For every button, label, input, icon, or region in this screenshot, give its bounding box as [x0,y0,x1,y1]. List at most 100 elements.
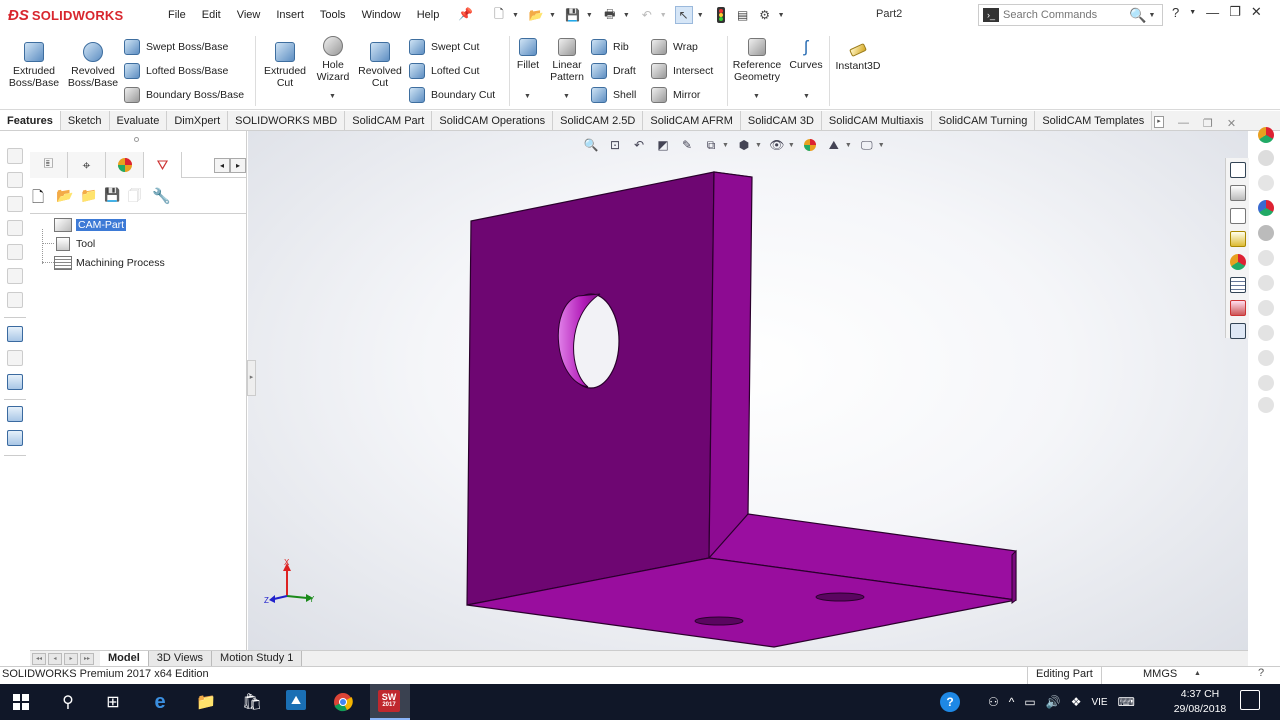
taskbar-clock[interactable]: 4:37 CH 29/08/2018 [1168,687,1232,717]
tree-node-tool[interactable]: Tool [54,236,95,252]
display-style-dropdown-icon[interactable]: ▼ [755,142,762,149]
save-icon[interactable]: 💾 [564,6,582,24]
hole-wizard-dropdown-icon[interactable]: ▼ [329,93,336,100]
windows-start-icon[interactable] [9,690,33,714]
appearance-strip-icon[interactable] [1258,397,1274,413]
panel-grip-icon[interactable] [134,137,139,142]
reference-geometry-dropdown-icon[interactable]: ▼ [753,93,760,100]
extruded-boss-button[interactable]: Extruded Boss/Base [8,42,60,89]
zoom-to-fit-icon[interactable]: 🔍 [582,137,600,153]
tab-solidcam-turning[interactable]: SolidCAM Turning [932,111,1036,130]
new-dropdown-icon[interactable]: ▼ [512,12,519,19]
save-part-icon[interactable]: 💾 [104,187,122,205]
solidcam-strip-icon[interactable] [7,374,23,390]
save-dropdown-icon[interactable]: ▼ [586,12,593,19]
ime-icon[interactable]: ⌨ [1118,695,1135,709]
tree-node-cam-part[interactable]: CAM-Part [54,217,128,233]
hide-show-dropdown-icon[interactable]: ▼ [788,142,795,149]
status-help-icon[interactable]: ? [1258,667,1264,679]
lofted-boss-button[interactable]: Lofted Boss/Base [124,62,228,80]
dynamic-annotation-icon[interactable]: ✎ [678,137,696,153]
tools-wrench-icon[interactable]: 🔧 [152,187,171,205]
menu-view[interactable]: View [229,9,269,21]
minimize-icon[interactable]: — [1206,5,1219,20]
scroll-right-icon[interactable]: ▸ [230,158,246,173]
display-manager-tab-icon[interactable] [106,152,144,178]
appearance-strip-icon[interactable] [1258,300,1274,316]
curves-dropdown-icon[interactable]: ▼ [803,93,810,100]
tab-evaluate[interactable]: Evaluate [110,111,168,130]
solidcam-task-icon[interactable] [1230,300,1246,316]
intersect-button[interactable]: Intersect [651,62,713,80]
open-folder-icon[interactable]: 📁 [80,187,98,205]
input-language[interactable]: VIE [1091,697,1107,708]
print-dropdown-icon[interactable]: ▼ [623,12,630,19]
tab-model[interactable]: Model [100,650,149,667]
view-orientation-dropdown-icon[interactable]: ▼ [722,142,729,149]
chrome-icon[interactable] [331,690,355,714]
menu-help[interactable]: Help [409,9,448,21]
solidcam-strip-icon[interactable] [7,406,23,422]
wrap-button[interactable]: Wrap [651,38,698,56]
solidcam-strip-icon[interactable] [7,244,23,260]
tab-features[interactable]: Features [0,111,61,130]
solidcam-strip-icon[interactable] [7,326,23,342]
tab-solidcam-operations[interactable]: SolidCAM Operations [432,111,554,130]
search-icon[interactable]: 🔍 [1129,7,1146,24]
open-part-icon[interactable]: 📂 [56,187,74,205]
open-folder-icon[interactable]: 📂 [527,6,545,24]
draft-button[interactable]: Draft [591,62,636,80]
fillet-button[interactable]: Fillet [513,38,543,71]
doc-minimize-icon[interactable]: — [1178,117,1189,130]
solidcam-strip-icon[interactable] [7,350,23,366]
shell-button[interactable]: Shell [591,86,636,104]
linear-pattern-button[interactable]: Linear Pattern [547,38,587,83]
section-view-icon[interactable]: ◩ [654,137,672,153]
tab-solidcam-3d[interactable]: SolidCAM 3D [741,111,822,130]
help-dropdown-icon[interactable]: ▼ [1189,9,1196,16]
search-dropdown-icon[interactable]: ▼ [1148,12,1155,19]
tree-node-machining-process[interactable]: Machining Process [54,255,165,271]
tab-dimxpert[interactable]: DimXpert [167,111,229,130]
solidcam-manager-tab-icon[interactable]: ⛛ [144,152,182,178]
doc-restore-icon[interactable]: ❐ [1203,117,1213,130]
tab-sketch[interactable]: Sketch [61,111,110,130]
solidcam-strip-icon[interactable] [7,292,23,308]
tab-solidcam-afrm[interactable]: SolidCAM AFRM [643,111,741,130]
new-document-icon[interactable]: 🗋 [490,6,508,24]
extruded-cut-button[interactable]: Extruded Cut [260,42,310,89]
appearance-strip-icon[interactable] [1258,127,1274,143]
help-tray-icon[interactable]: ? [940,692,960,712]
instant3d-button[interactable]: Instant3D [833,42,883,72]
store-icon[interactable]: 🛍 [240,690,264,714]
tab-solidcam-25d[interactable]: SolidCAM 2.5D [553,111,644,130]
tabs-overflow-icon[interactable]: ▸ [1154,116,1164,128]
appearance-strip-icon[interactable] [1258,375,1274,391]
menu-insert[interactable]: Insert [268,9,312,21]
previous-view-icon[interactable]: ↶ [630,137,648,153]
boundary-cut-button[interactable]: Boundary Cut [409,86,495,104]
curves-button[interactable]: ʃ Curves [787,38,825,72]
menu-window[interactable]: Window [354,9,409,21]
tab-solidcam-templates[interactable]: SolidCAM Templates [1035,111,1153,130]
undo-icon[interactable]: ↶ [638,6,656,24]
last-tab-icon[interactable]: ▸▸ [80,652,94,665]
file-explorer-icon[interactable]: 📁 [194,690,218,714]
network-icon[interactable]: ▭ [1024,695,1035,709]
solidcam-strip-icon[interactable] [7,430,23,446]
scroll-left-icon[interactable]: ◂ [214,158,230,173]
file-explorer-icon[interactable] [1230,208,1246,224]
file-properties-icon[interactable]: ▤ [734,6,752,24]
property-manager-tab-icon[interactable]: ⌖ [68,152,106,178]
taskbar-search-icon[interactable]: ⚲ [56,690,80,714]
first-tab-icon[interactable]: ◂◂ [32,652,46,665]
tab-solidcam-part[interactable]: SolidCAM Part [345,111,433,130]
appearance-strip-icon[interactable] [1258,325,1274,341]
zoom-to-area-icon[interactable]: ⊡ [606,137,624,153]
search-commands-box[interactable]: ›_ 🔍 ▼ [978,4,1163,26]
prev-tab-icon[interactable]: ◂ [48,652,62,665]
unit-dropdown-icon[interactable]: ▲ [1194,670,1201,677]
tab-3d-views[interactable]: 3D Views [148,650,213,667]
copy-part-icon[interactable]: 🗍 [128,187,146,205]
linear-pattern-dropdown-icon[interactable]: ▼ [563,93,570,100]
